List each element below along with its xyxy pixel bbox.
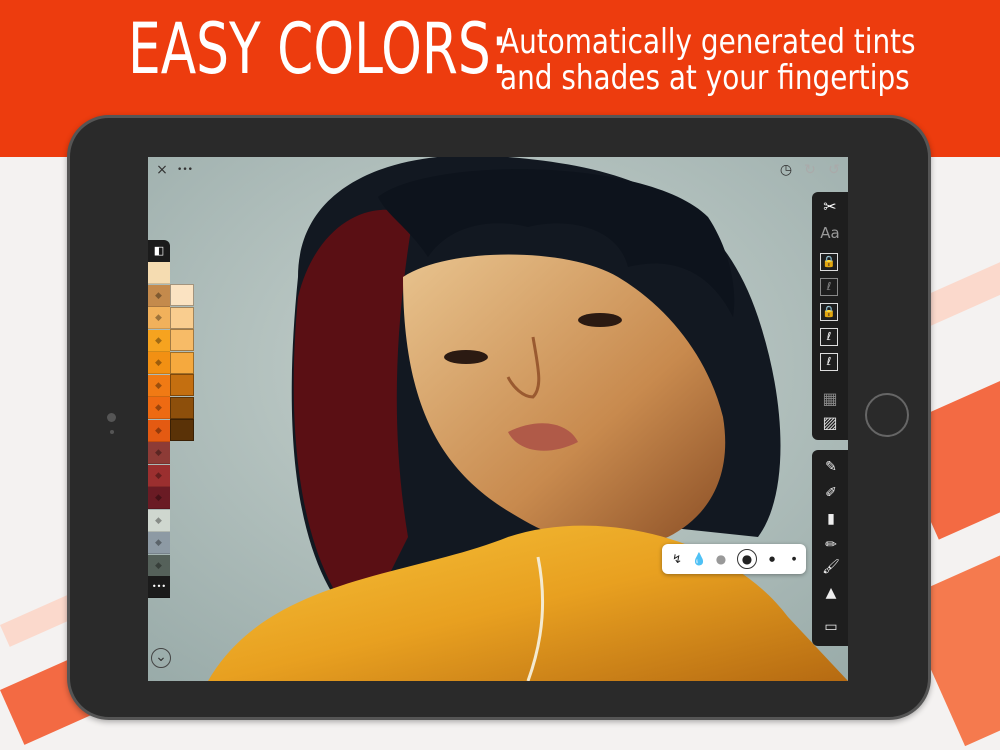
color-swatch[interactable]: ◆	[148, 374, 170, 397]
text-icon[interactable]: Aa	[816, 220, 844, 246]
drop-icon: ◆	[155, 425, 162, 436]
eraser-icon[interactable]: ▭	[818, 616, 844, 638]
banner-subtitle-line2: and shades at your fingertips	[500, 58, 910, 98]
painting	[148, 157, 848, 681]
color-swatch[interactable]: ◆	[148, 307, 170, 329]
drop-icon: ◆	[155, 313, 162, 323]
layer-lock-icon[interactable]: 🔒	[820, 303, 838, 321]
color-swatch[interactable]: ◆	[148, 554, 170, 577]
color-swatch[interactable]: ◆	[148, 352, 170, 374]
drop-icon: ◆	[155, 470, 162, 481]
color-swatch[interactable]: ◆	[148, 329, 170, 352]
color-swatch[interactable]: ◆	[148, 442, 170, 464]
brush-toolbar: ✎ ✐ ▮ ✏ 🖌 ▲ ▭	[812, 450, 848, 646]
airbrush-icon[interactable]: ▲	[818, 582, 844, 604]
banner-subtitle-line1: Automatically generated tints	[500, 22, 916, 62]
banner-title: EASY COLORS:	[128, 8, 509, 90]
marker-brush-icon[interactable]: ▮	[818, 508, 844, 530]
camera	[107, 413, 116, 422]
layer-lock-icon[interactable]: 🔒	[820, 253, 838, 271]
tint-swatch[interactable]	[170, 396, 194, 419]
size-large-icon[interactable]: ●	[737, 549, 757, 569]
color-swatch[interactable]: ◆	[148, 509, 170, 532]
drop-icon: ◆	[155, 358, 162, 368]
active-brush-icon[interactable]: 🖌	[818, 556, 844, 578]
drop-icon: ◆	[155, 403, 162, 413]
fineliner-brush-icon[interactable]: ✐	[818, 482, 844, 504]
color-swatch[interactable]: ◆	[148, 532, 170, 554]
palette-icon[interactable]: ◧	[148, 240, 170, 262]
layers-toolbar: ✂ Aa 🔒 ℓ 🔒 ℓ ℓ ▦ ▨	[812, 192, 848, 440]
drop-icon: ◆	[155, 290, 162, 301]
opacity-icon[interactable]: 💧	[689, 549, 709, 569]
drop-icon: ◆	[155, 538, 162, 548]
paint-brush-icon[interactable]: ✏	[818, 534, 844, 556]
tint-swatch[interactable]	[170, 306, 194, 329]
color-swatch[interactable]: ◆	[148, 397, 170, 419]
banner-subtitle: Automatically generated tints and shades…	[500, 24, 916, 96]
layer-icon[interactable]: ℓ	[820, 353, 838, 371]
color-swatch[interactable]: ◆	[148, 284, 170, 307]
blend-icon[interactable]: ●	[711, 549, 731, 569]
chevron-down-icon[interactable]: ⌄	[151, 648, 171, 668]
redo-icon[interactable]: ↻	[800, 161, 820, 181]
texture-icon[interactable]: ▨	[816, 410, 844, 436]
timer-icon[interactable]: ◷	[776, 161, 796, 181]
tint-swatch[interactable]	[170, 284, 194, 306]
more-icon[interactable]: •••	[175, 161, 195, 181]
sensor	[110, 430, 114, 434]
home-button[interactable]	[865, 393, 909, 437]
tint-swatch[interactable]	[170, 419, 194, 441]
color-swatch[interactable]: ◆	[148, 487, 170, 509]
drop-icon: ◆	[155, 560, 162, 571]
color-swatch[interactable]: ◆	[148, 419, 170, 442]
layer-icon[interactable]: ℓ	[820, 278, 838, 296]
tint-swatch[interactable]	[170, 351, 194, 374]
drop-icon: ◆	[155, 493, 162, 503]
tint-swatch[interactable]	[170, 374, 194, 396]
tint-swatch[interactable]	[170, 329, 194, 351]
drawing-canvas[interactable]: × ••• ◷ ↻ ↺ ⌄	[148, 157, 848, 681]
size-medium-icon[interactable]: ●	[762, 549, 782, 569]
drop-icon: ◆	[155, 448, 162, 458]
layer-icon-selected[interactable]: ℓ	[820, 328, 838, 346]
undo-icon[interactable]: ↺	[824, 161, 844, 181]
close-icon[interactable]: ×	[152, 161, 172, 181]
size-small-icon[interactable]: ●	[784, 549, 804, 569]
scissors-icon[interactable]: ✂	[816, 194, 844, 220]
palette-more-button[interactable]: •••	[148, 576, 170, 598]
grid-icon[interactable]: ▦	[816, 386, 844, 412]
drop-icon: ◆	[155, 515, 162, 526]
drop-icon: ◆	[155, 335, 162, 346]
drop-icon: ◆	[155, 380, 162, 391]
smudge-icon[interactable]: ↯	[667, 549, 687, 569]
color-palette: ◧ ◆ ◆ ◆ ◆ ◆ ◆ ◆ ◆ ◆ ◆ ◆ ◆ ◆ •••	[148, 240, 196, 600]
brush-options-popup: ↯ 💧 ● ● ● ●	[662, 544, 806, 574]
color-swatch[interactable]	[148, 262, 170, 284]
color-swatch[interactable]: ◆	[148, 464, 170, 487]
pen-brush-icon[interactable]: ✎	[818, 456, 844, 478]
